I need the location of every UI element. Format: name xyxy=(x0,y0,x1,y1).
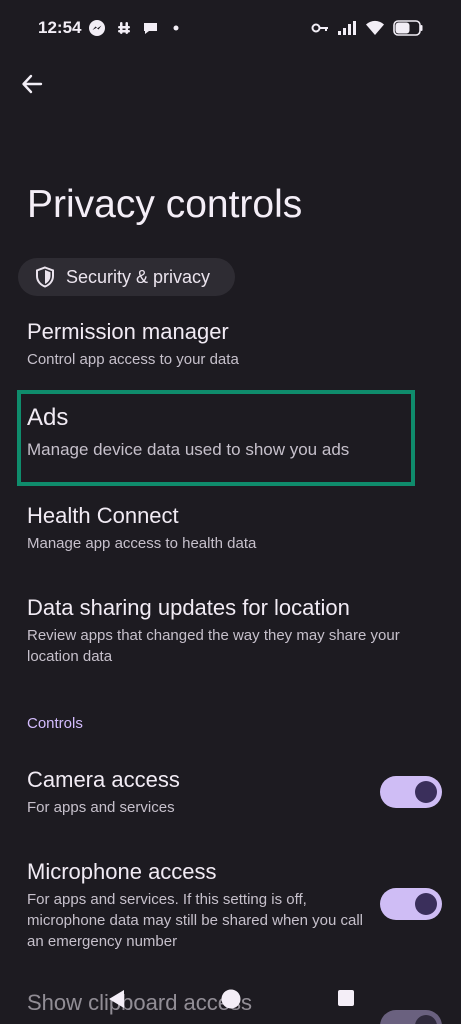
item-title: Health Connect xyxy=(27,503,179,528)
battery-icon xyxy=(393,20,423,36)
system-icons xyxy=(311,17,423,39)
list-item-ads[interactable]: Ads Manage device data used to show you … xyxy=(0,393,461,483)
item-title: Camera access xyxy=(27,767,180,792)
nav-back-icon[interactable] xyxy=(106,988,126,1015)
status-time: 12:54 xyxy=(38,18,82,37)
notification-icons xyxy=(88,18,183,38)
toggle-knob xyxy=(415,893,437,915)
navigation-bar xyxy=(0,980,461,1024)
chat-icon xyxy=(142,20,159,37)
shield-icon xyxy=(34,266,56,288)
microphone-access-toggle[interactable] xyxy=(380,888,442,920)
item-subtitle: Manage device data used to show you ads xyxy=(27,440,350,459)
wifi-icon xyxy=(365,20,385,36)
status-bar: 12:54 xyxy=(0,0,461,56)
slack-icon xyxy=(116,20,132,36)
item-title: Ads xyxy=(27,404,69,431)
list-item-health-connect[interactable]: Health Connect Manage app access to heal… xyxy=(0,494,461,564)
nav-home-icon[interactable] xyxy=(220,988,242,1015)
item-subtitle: Review apps that changed the way they ma… xyxy=(27,627,400,665)
messenger-icon xyxy=(88,19,106,37)
back-button[interactable] xyxy=(16,70,48,102)
item-subtitle: Manage app access to health data xyxy=(27,535,257,552)
item-subtitle: For apps and services. If this setting i… xyxy=(27,891,364,950)
nav-recents-icon[interactable] xyxy=(336,988,356,1013)
list-item-permission-manager[interactable]: Permission manager Control app access to… xyxy=(0,310,461,380)
list-item-data-sharing-updates[interactable]: Data sharing updates for location Review… xyxy=(0,586,461,676)
item-title: Permission manager xyxy=(27,319,229,344)
toggle-knob xyxy=(415,781,437,803)
signal-icon xyxy=(337,20,357,36)
section-header-controls: Controls xyxy=(27,715,83,732)
arrow-left-icon xyxy=(21,73,43,100)
breadcrumb-security-privacy[interactable]: Security & privacy xyxy=(18,258,235,296)
item-title: Microphone access xyxy=(27,859,217,884)
breadcrumb-label: Security & privacy xyxy=(66,266,211,287)
camera-access-toggle[interactable] xyxy=(380,776,442,808)
page-title: Privacy controls xyxy=(27,183,303,226)
vpn-key-icon xyxy=(311,21,329,35)
item-title: Data sharing updates for location xyxy=(27,595,350,620)
item-subtitle: Control app access to your data xyxy=(27,351,239,368)
item-subtitle: For apps and services xyxy=(27,799,175,816)
dot-icon xyxy=(169,21,183,35)
